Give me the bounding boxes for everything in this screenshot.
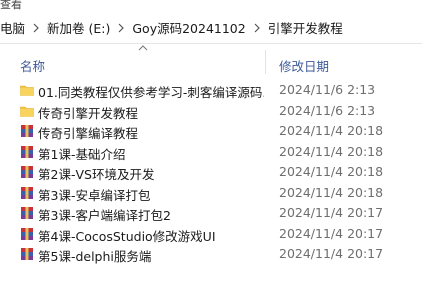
file-row[interactable]: 第5课-delphi服务端 2024/11/4 20:17 [0, 244, 422, 265]
column-header-row: 名称 修改日期 [0, 44, 422, 78]
file-name[interactable]: 第3课-客户端编译打包2 [38, 205, 264, 224]
file-row[interactable]: 第3课-安卓编译打包 2024/11/4 20:18 [0, 183, 422, 204]
breadcrumb-item-drive[interactable]: 新加卷 (E:) [47, 18, 110, 37]
archive-icon [21, 248, 33, 260]
column-divider[interactable] [265, 50, 266, 74]
file-name[interactable]: 第2课-VS环境及开发 [38, 164, 264, 183]
file-row[interactable]: 传奇引擎开发教程 2024/11/6 2:13 [0, 101, 422, 122]
archive-icon [21, 207, 33, 219]
column-header-name[interactable]: 名称 [20, 56, 45, 75]
archive-icon [21, 125, 33, 137]
file-modified: 2024/11/6 2:13 [279, 82, 376, 97]
file-row[interactable]: 第3课-客户端编译打包2 2024/11/4 20:17 [0, 203, 422, 224]
file-list: 01.同类教程仅供参考学习-刺客编译源码... 2024/11/6 2:13 传… [0, 80, 422, 265]
file-row[interactable]: 第4课-CocosStudio修改游戏UI 2024/11/4 20:17 [0, 224, 422, 245]
file-name[interactable]: 传奇引擎开发教程 [38, 103, 264, 122]
breadcrumb-item-computer[interactable]: 电脑 [0, 18, 25, 37]
file-modified: 2024/11/4 20:18 [279, 123, 384, 138]
file-name[interactable]: 01.同类教程仅供参考学习-刺客编译源码... [38, 82, 264, 101]
file-name[interactable]: 传奇引擎编译教程 [38, 123, 264, 142]
file-row[interactable]: 第2课-VS环境及开发 2024/11/4 20:18 [0, 162, 422, 183]
chevron-right-icon[interactable] [110, 23, 132, 33]
archive-icon [21, 166, 33, 178]
view-menu-label[interactable]: 查看 [0, 0, 22, 12]
file-modified: 2024/11/4 20:17 [279, 246, 384, 261]
folder-icon [20, 85, 34, 96]
file-row[interactable]: 传奇引擎编译教程 2024/11/4 20:18 [0, 121, 422, 142]
file-modified: 2024/11/4 20:17 [279, 205, 384, 220]
sort-ascending-icon [138, 45, 148, 51]
file-name[interactable]: 第3课-安卓编译打包 [38, 185, 264, 204]
file-name[interactable]: 第1课-基础介绍 [38, 144, 264, 163]
file-modified: 2024/11/4 20:17 [279, 225, 384, 241]
file-modified: 2024/11/4 20:18 [279, 143, 384, 159]
column-header-modified[interactable]: 修改日期 [279, 56, 329, 75]
chevron-right-icon[interactable] [25, 23, 47, 33]
file-modified: 2024/11/6 2:13 [279, 102, 376, 118]
file-modified: 2024/11/4 20:18 [279, 184, 384, 200]
menu-strip: 查看 [0, 0, 422, 12]
file-row[interactable]: 第1课-基础介绍 2024/11/4 20:18 [0, 142, 422, 163]
file-modified: 2024/11/4 20:18 [279, 164, 384, 179]
archive-icon [21, 227, 33, 240]
address-bar[interactable]: 电脑 新加卷 (E:) Goy源码20241102 引擎开发教程 [0, 12, 422, 44]
file-row[interactable]: 01.同类教程仅供参考学习-刺客编译源码... 2024/11/6 2:13 [0, 80, 422, 101]
archive-icon [21, 145, 33, 158]
breadcrumb-item-source-folder[interactable]: Goy源码20241102 [132, 18, 245, 37]
file-name[interactable]: 第5课-delphi服务端 [38, 246, 264, 265]
archive-icon [21, 186, 33, 199]
breadcrumb-item-current-folder[interactable]: 引擎开发教程 [268, 18, 343, 37]
chevron-right-icon[interactable] [246, 23, 268, 33]
file-name[interactable]: 第4课-CocosStudio修改游戏UI [38, 226, 264, 245]
folder-icon [20, 106, 34, 117]
